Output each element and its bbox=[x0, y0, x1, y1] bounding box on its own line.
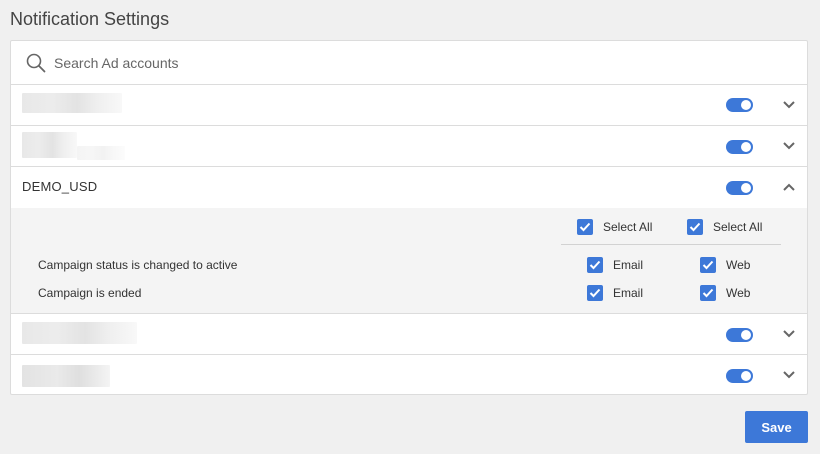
divider bbox=[561, 244, 781, 245]
account-row[interactable] bbox=[11, 126, 807, 167]
obscured-account-name bbox=[22, 93, 122, 113]
web-label: Web bbox=[726, 258, 751, 272]
account-toggle[interactable] bbox=[726, 181, 753, 195]
select-all-web-checkbox[interactable] bbox=[687, 219, 703, 235]
account-row[interactable] bbox=[11, 355, 807, 396]
email-label: Email bbox=[613, 286, 644, 300]
account-toggle[interactable] bbox=[726, 98, 753, 112]
account-toggle[interactable] bbox=[726, 369, 753, 383]
account-row-demo-usd[interactable]: DEMO_USD bbox=[11, 167, 807, 208]
account-name: DEMO_USD bbox=[22, 179, 98, 194]
chevron-down-icon[interactable] bbox=[781, 138, 797, 154]
web-checkbox[interactable] bbox=[700, 285, 716, 301]
account-settings-expanded: Select All Select All Campaign status is… bbox=[11, 208, 807, 314]
search-icon bbox=[26, 53, 46, 73]
email-checkbox[interactable] bbox=[587, 257, 603, 273]
obscured-account-name bbox=[22, 322, 137, 344]
web-label: Web bbox=[726, 286, 751, 300]
web-checkbox[interactable] bbox=[700, 257, 716, 273]
page-title: Notification Settings bbox=[10, 9, 170, 29]
account-row[interactable] bbox=[11, 85, 807, 126]
obscured-account-name bbox=[77, 146, 125, 160]
select-all-email-label: Select All bbox=[603, 220, 653, 234]
account-toggle[interactable] bbox=[726, 328, 753, 342]
email-checkbox[interactable] bbox=[587, 285, 603, 301]
notification-label: Campaign status is changed to active bbox=[38, 258, 238, 272]
search-input[interactable] bbox=[54, 51, 754, 75]
account-row[interactable] bbox=[11, 314, 807, 355]
select-all-web-label: Select All bbox=[713, 220, 763, 234]
account-toggle[interactable] bbox=[726, 140, 753, 154]
save-button[interactable]: Save bbox=[745, 411, 808, 443]
email-label: Email bbox=[613, 258, 644, 272]
chevron-down-icon[interactable] bbox=[781, 367, 797, 383]
select-all-email-checkbox[interactable] bbox=[577, 219, 593, 235]
chevron-up-icon[interactable] bbox=[781, 179, 797, 195]
notification-label: Campaign is ended bbox=[38, 286, 142, 300]
search-bar bbox=[11, 41, 807, 85]
accounts-panel: DEMO_USD Select All Select All Campaign … bbox=[10, 40, 808, 395]
chevron-down-icon[interactable] bbox=[781, 326, 797, 342]
obscured-account-name bbox=[22, 365, 110, 387]
obscured-account-name bbox=[22, 132, 77, 158]
chevron-down-icon[interactable] bbox=[781, 97, 797, 113]
